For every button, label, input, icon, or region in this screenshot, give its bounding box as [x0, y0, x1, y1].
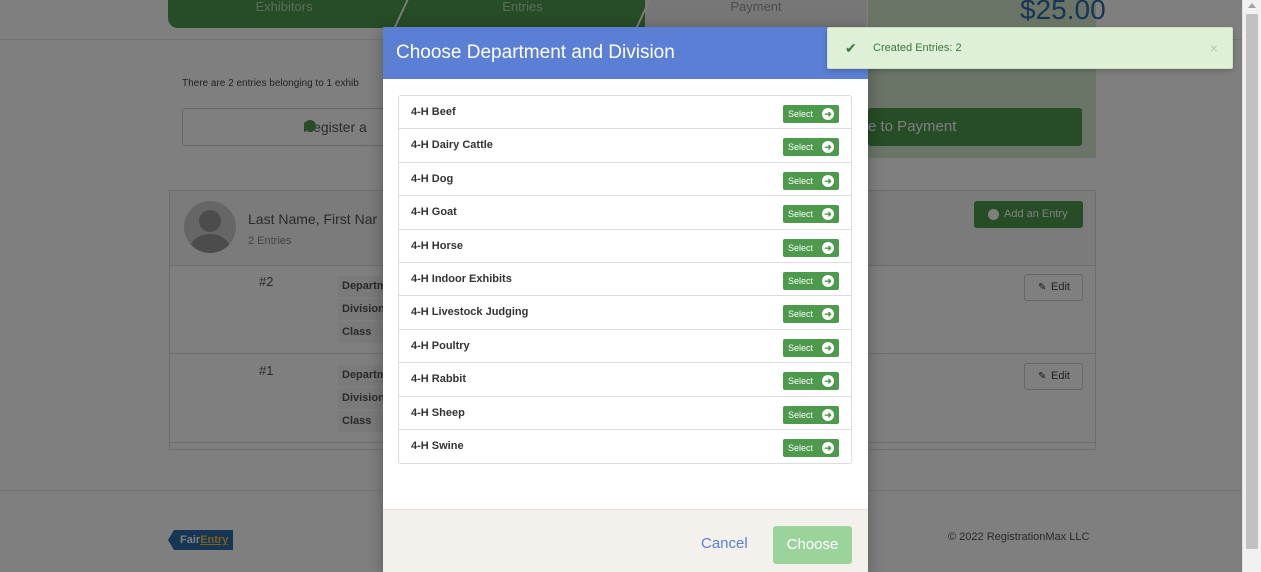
arrow-right-circle-icon: ➜ [822, 241, 834, 254]
arrow-right-circle-icon: ➜ [822, 441, 834, 454]
arrow-right-circle-icon: ➜ [822, 375, 834, 388]
list-item: 4-H Livestock Judging Select ➜ [399, 296, 851, 330]
list-item: 4-H Horse Select ➜ [399, 230, 851, 263]
department-label: 4-H Livestock Judging [411, 306, 529, 319]
department-label: 4-H Dog [411, 172, 454, 185]
department-label: 4-H Poultry [411, 339, 470, 352]
arrow-right-circle-icon: ➜ [822, 274, 834, 287]
select-button[interactable]: Select ➜ [783, 305, 839, 324]
department-label: 4-H Indoor Exhibits [411, 272, 512, 285]
select-button[interactable]: Select ➜ [783, 238, 839, 257]
list-item: 4-H Sheep Select ➜ [399, 397, 851, 430]
department-list: 4-H Beef Select ➜ 4-H Dairy Cattle Select… [398, 95, 852, 465]
list-item: 4-H Indoor Exhibits Select ➜ [399, 263, 851, 297]
arrow-right-circle-icon: ➜ [822, 308, 834, 321]
department-label: 4-H Sheep [411, 406, 465, 419]
modal-footer: Cancel Choose [383, 509, 868, 572]
vertical-scrollbar[interactable] [1242, 0, 1261, 572]
cancel-button[interactable]: Cancel [701, 535, 748, 552]
list-item: 4-H Dairy Cattle Select ➜ [399, 129, 851, 163]
list-item: 4-H Swine Select ➜ [399, 430, 851, 463]
select-button[interactable]: Select ➜ [783, 271, 839, 290]
list-item: 4-H Beef Select ➜ [399, 96, 851, 130]
list-item: 4-H Rabbit Select ➜ [399, 363, 851, 397]
modal-body: 4-H Beef Select ➜ 4-H Dairy Cattle Select… [383, 79, 868, 509]
select-button[interactable]: Select ➜ [783, 105, 839, 123]
choose-button[interactable]: Choose [773, 526, 852, 564]
department-label: 4-H Swine [411, 439, 464, 452]
select-button[interactable]: Select ➜ [783, 171, 839, 190]
department-label: 4-H Dairy Cattle [411, 139, 493, 152]
select-button[interactable]: Select ➜ [783, 338, 839, 357]
modal-title: Choose Department and Division [383, 27, 868, 79]
success-toast: ✔ Created Entries: 2 × [827, 27, 1233, 69]
department-label: 4-H Goat [411, 206, 457, 219]
select-button[interactable]: Select ➜ [783, 205, 839, 224]
checkmark-icon: ✔ [845, 40, 857, 56]
arrow-right-circle-icon: ➜ [822, 408, 834, 421]
arrow-right-circle-icon: ➜ [822, 341, 834, 354]
select-button[interactable]: Select ➜ [783, 438, 839, 457]
scroll-up-arrow-icon[interactable] [1248, 3, 1256, 8]
list-item: 4-H Poultry Select ➜ [399, 330, 851, 364]
list-item: 4-H Goat Select ➜ [399, 196, 851, 230]
choose-department-modal: Choose Department and Division 4-H Beef … [383, 27, 868, 572]
scrollbar-thumb[interactable] [1246, 14, 1258, 549]
select-button[interactable]: Select ➜ [783, 372, 839, 391]
list-item: 4-H Dog Select ➜ [399, 163, 851, 197]
arrow-right-circle-icon: ➜ [822, 108, 834, 120]
arrow-right-circle-icon: ➜ [822, 141, 834, 154]
close-icon[interactable]: × [1210, 40, 1218, 56]
arrow-right-circle-icon: ➜ [822, 208, 834, 221]
arrow-right-circle-icon: ➜ [822, 174, 834, 187]
select-button[interactable]: Select ➜ [783, 405, 839, 424]
select-button[interactable]: Select ➜ [783, 138, 839, 157]
department-label: 4-H Beef [411, 106, 456, 118]
department-label: 4-H Rabbit [411, 373, 466, 386]
toast-message: Created Entries: 2 [873, 42, 962, 54]
department-label: 4-H Horse [411, 239, 463, 252]
